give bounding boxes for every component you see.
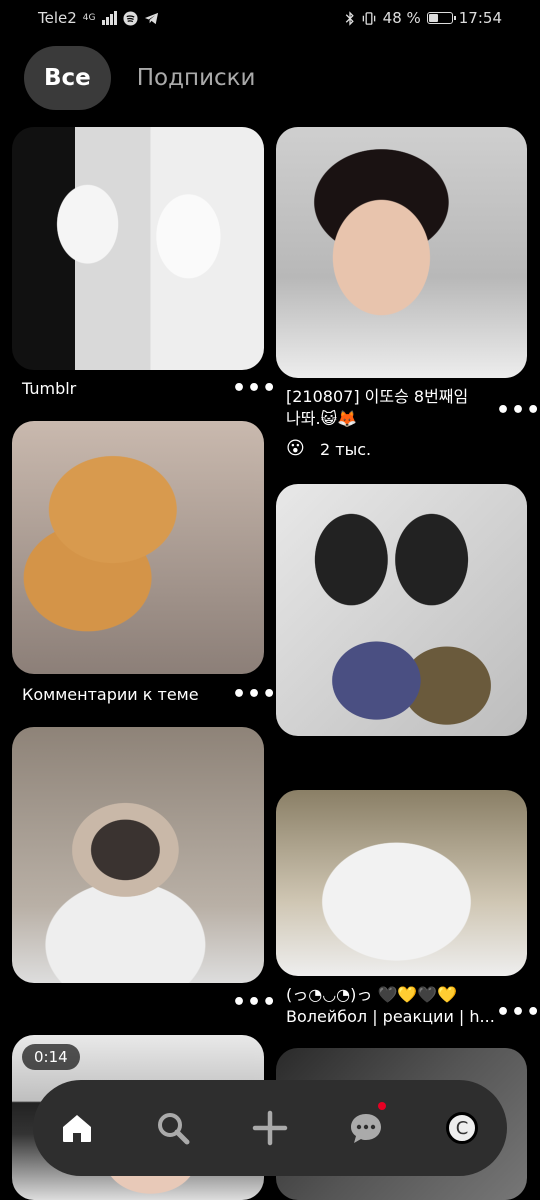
signal-icon — [101, 11, 117, 25]
tab-following[interactable]: Подписки — [137, 65, 256, 91]
network-type: 4G — [82, 13, 96, 23]
bluetooth-icon — [345, 10, 354, 26]
search-icon — [158, 1113, 190, 1145]
tab-all[interactable]: Все — [24, 46, 111, 110]
chat-icon — [351, 1114, 381, 1143]
home-icon — [63, 1115, 91, 1142]
notification-dot — [378, 1102, 386, 1110]
pin-image[interactable] — [276, 790, 527, 976]
pin-caption[interactable]: Комментарии к теме — [22, 684, 199, 706]
vibrate-icon — [362, 11, 375, 25]
reaction-icon: 😮 — [286, 438, 305, 459]
plus-icon — [252, 1110, 288, 1146]
pin-image[interactable] — [276, 127, 527, 378]
spotify-icon — [122, 10, 138, 26]
more-options-button[interactable]: ••• — [232, 378, 277, 400]
carrier-name: Tele2 — [38, 9, 77, 27]
pin-caption-line-1[interactable]: (っ◔◡◔)っ 🖤💛🖤💛 — [286, 984, 457, 1006]
create-button[interactable] — [246, 1104, 294, 1152]
search-button[interactable] — [149, 1104, 197, 1152]
pin-image[interactable] — [12, 127, 264, 370]
messages-button[interactable] — [342, 1102, 390, 1152]
battery-icon — [426, 12, 456, 24]
reaction-count: 2 тыс. — [320, 440, 372, 459]
clock: 17:54 — [458, 9, 502, 27]
pin-caption[interactable]: Tumblr — [22, 378, 76, 400]
more-options-button[interactable]: ••• — [496, 1002, 540, 1024]
profile-button[interactable]: C — [438, 1104, 486, 1152]
home-button[interactable] — [53, 1104, 101, 1152]
more-options-button[interactable]: ••• — [232, 684, 277, 706]
battery-percent: 48 % — [382, 9, 421, 27]
pin-image[interactable] — [276, 484, 527, 736]
pin-caption-line-2[interactable]: Волейбол | реакции | h... — [286, 1006, 495, 1028]
video-duration-badge: 0:14 — [22, 1044, 80, 1070]
feed-tabs: Все Подписки — [24, 46, 256, 110]
telegram-icon — [144, 12, 158, 24]
bottom-nav: C — [33, 1080, 507, 1176]
more-options-button[interactable]: ••• — [232, 992, 277, 1014]
more-options-button[interactable]: ••• — [496, 400, 540, 422]
pin-caption[interactable]: [210807] 이또승 8번째임 나똬.😺🦊 — [286, 386, 486, 430]
avatar: C — [446, 1112, 478, 1144]
pin-image[interactable] — [12, 421, 264, 674]
pin-image[interactable] — [12, 727, 264, 983]
status-bar: Tele2 4G 48 % 17:54 — [0, 0, 540, 36]
